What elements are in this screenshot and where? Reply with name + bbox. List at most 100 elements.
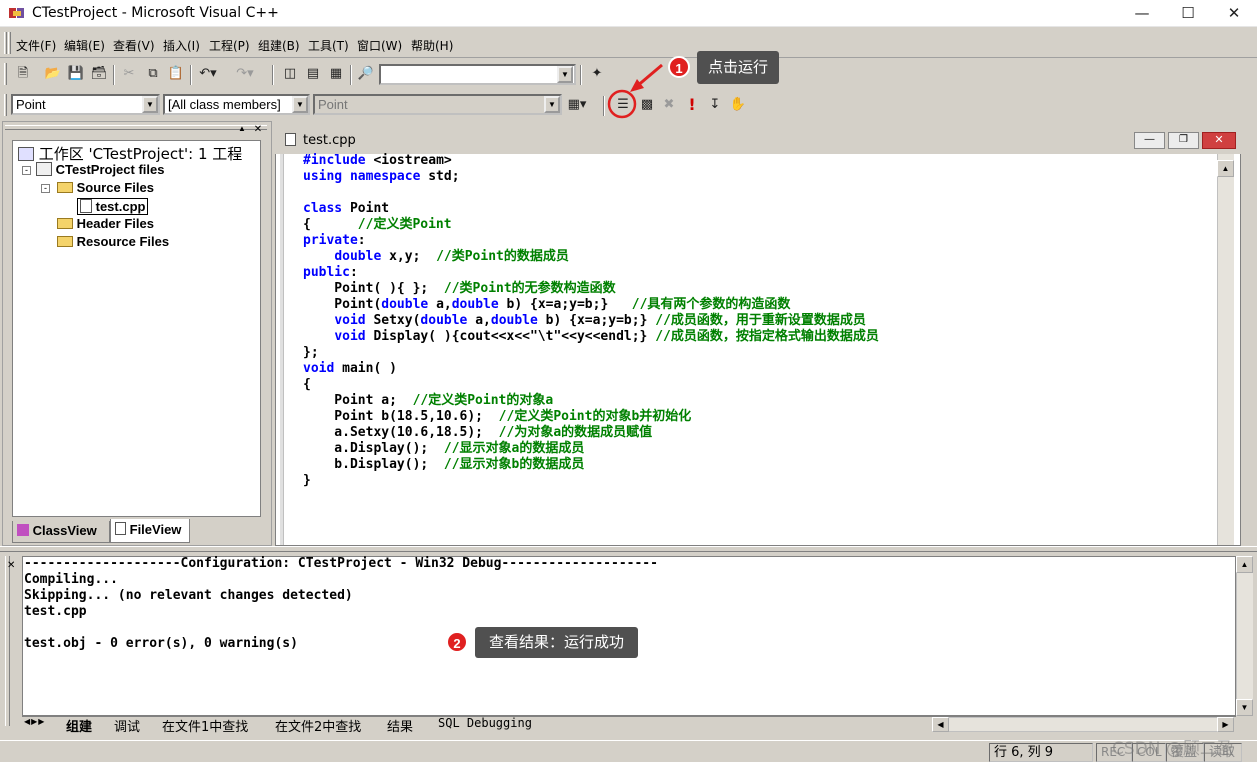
tab-classview[interactable]: ClassView — [12, 521, 110, 543]
toolbar-grip[interactable] — [4, 63, 7, 85]
menu-view[interactable]: 查看(V) — [113, 37, 155, 54]
editor-minimize-button[interactable]: — — [1134, 132, 1165, 149]
find-combo[interactable] — [379, 64, 576, 85]
tab-fileview[interactable]: FileView — [110, 519, 190, 543]
save-icon[interactable]: 💾 — [65, 63, 87, 85]
collapse-icon[interactable]: - — [22, 166, 31, 175]
menu-build[interactable]: 组建(B) — [258, 37, 300, 54]
menu-edit[interactable]: 编辑(E) — [64, 37, 105, 54]
window-list-icon[interactable]: ▦ — [325, 63, 347, 85]
breakpoint-hand-icon[interactable]: ✋ — [727, 94, 749, 116]
toolbar-separator — [272, 65, 274, 85]
folder-icon — [57, 236, 73, 247]
tab-build[interactable]: 组建 — [66, 716, 92, 735]
output-line: Skipping... (no relevant changes detecte… — [24, 588, 353, 603]
cpp-file-icon — [80, 199, 92, 213]
output-window-icon[interactable]: ▤ — [302, 63, 324, 85]
menubar-grip-2 — [8, 32, 11, 54]
cpp-file-icon — [285, 133, 296, 146]
cursor-position: 行 6, 列 9 — [989, 743, 1093, 762]
step-2-badge: 2 — [446, 631, 468, 653]
minimize-button[interactable]: — — [1119, 0, 1165, 27]
save-all-icon[interactable]: 🗃 — [88, 63, 110, 85]
menu-help[interactable]: 帮助(H) — [411, 37, 453, 54]
undo-icon[interactable]: ↶▾ — [197, 63, 219, 85]
tree-project[interactable]: CTestProject files — [36, 162, 164, 177]
panel-splitter[interactable] — [0, 546, 1257, 552]
toolbar-separator — [190, 65, 192, 85]
new-file-icon[interactable]: 🗎 — [12, 63, 34, 85]
file-tree — [12, 140, 261, 517]
tab-debug[interactable]: 调试 — [114, 716, 140, 735]
window-title: CTestProject - Microsoft Visual C++ — [32, 5, 279, 21]
redo-icon[interactable]: ↷▾ — [234, 63, 256, 85]
close-button[interactable]: ✕ — [1211, 0, 1257, 27]
members-combo[interactable]: [All class members] — [163, 94, 310, 115]
tab-find-in-files-2[interactable]: 在文件2中查找 — [275, 716, 361, 735]
function-combo[interactable]: Point — [313, 94, 562, 115]
find-combo-dropdown[interactable]: ▼ — [557, 66, 573, 83]
copy-icon[interactable]: ⧉ — [142, 63, 164, 85]
menu-tools[interactable]: 工具(T) — [308, 37, 349, 54]
tree-file-test-cpp[interactable]: test.cpp — [77, 198, 149, 215]
output-line: test.cpp — [24, 604, 87, 619]
members-combo-dropdown[interactable]: ▼ — [292, 96, 308, 113]
collapse-icon[interactable]: - — [41, 184, 50, 193]
tree-header-files[interactable]: Header Files — [57, 216, 154, 231]
class-combo[interactable]: Point — [11, 94, 160, 115]
menu-file[interactable]: 文件(F) — [16, 37, 56, 54]
workspace-close-icon[interactable]: ✕ — [251, 124, 265, 136]
workspace-icon[interactable]: ◫ — [279, 63, 301, 85]
project-icon — [36, 162, 52, 176]
title-bar: CTestProject - Microsoft Visual C++ — ☐ … — [0, 0, 1257, 27]
editor-restore-button[interactable]: ❐ — [1168, 132, 1199, 149]
output-close-icon[interactable]: ✕ — [7, 560, 15, 571]
maximize-button[interactable]: ☐ — [1165, 0, 1211, 27]
status-bar: 行 6, 列 9 REC COL 覆盖 读取 CSDN @顾二盈 — [0, 739, 1257, 762]
menu-bar: 文件(F) 编辑(E) 查看(V) 插入(I) 工程(P) 组建(B) 工具(T… — [0, 28, 1257, 58]
output-hscrollbar[interactable] — [932, 717, 1232, 732]
output-grip[interactable] — [5, 556, 10, 726]
tree-source-files[interactable]: Source Files — [57, 180, 154, 195]
workspace-icon — [18, 147, 34, 161]
workspace-grip[interactable] — [5, 125, 267, 130]
classview-icon — [17, 524, 29, 536]
go-icon[interactable]: ↧ — [704, 94, 726, 116]
visual-cpp-app-icon — [9, 8, 24, 18]
menu-project[interactable]: 工程(P) — [209, 37, 250, 54]
class-combo-dropdown[interactable]: ▼ — [142, 96, 158, 113]
menu-insert[interactable]: 插入(I) — [163, 37, 200, 54]
output-vscrollbar[interactable] — [1236, 556, 1253, 716]
folder-open-icon — [57, 182, 73, 193]
toolbar-grip[interactable] — [4, 94, 7, 116]
step-1-badge: 1 — [668, 56, 690, 78]
output-scroll-down[interactable]: ▼ — [1236, 699, 1253, 716]
hscroll-left[interactable]: ◀ — [932, 717, 949, 732]
cut-icon[interactable]: ✂ — [118, 63, 140, 85]
menu-window[interactable]: 窗口(W) — [357, 37, 402, 54]
output-line: --------------------Configuration: CTest… — [24, 556, 658, 571]
editor-gutter — [280, 154, 284, 545]
code-area[interactable]: #include <iostream> using namespace std;… — [303, 153, 879, 489]
function-combo-dropdown[interactable]: ▼ — [544, 96, 560, 113]
tree-resource-files[interactable]: Resource Files — [57, 234, 169, 249]
find-in-files-icon[interactable]: 🔎 — [355, 63, 377, 85]
tab-results[interactable]: 结果 — [387, 716, 413, 735]
editor-close-button[interactable]: ✕ — [1202, 132, 1236, 149]
folder-icon — [57, 218, 73, 229]
editor-vscrollbar[interactable] — [1217, 154, 1234, 545]
editor-scroll-up[interactable]: ▲ — [1217, 160, 1234, 177]
toolbar-separator — [580, 65, 582, 85]
workspace-dock-icon[interactable]: ▲ — [235, 124, 249, 136]
paste-icon[interactable]: 📋 — [165, 63, 187, 85]
menubar-grip[interactable] — [4, 32, 7, 54]
tab-scroll-arrows[interactable]: ◀▶▶ — [24, 717, 58, 733]
tab-find-in-files-1[interactable]: 在文件1中查找 — [162, 716, 248, 735]
open-icon[interactable]: 📂 — [42, 63, 64, 85]
tab-sql-debugging[interactable]: SQL Debugging — [438, 716, 532, 730]
tree-workspace-root[interactable]: 工作区 'CTestProject': 1 工程 — [18, 143, 242, 164]
hscroll-right[interactable]: ▶ — [1217, 717, 1234, 732]
output-line: Compiling... — [24, 572, 118, 587]
output-scroll-up[interactable]: ▲ — [1236, 556, 1253, 573]
wizard-action-icon[interactable]: ▦▾ — [566, 94, 588, 116]
